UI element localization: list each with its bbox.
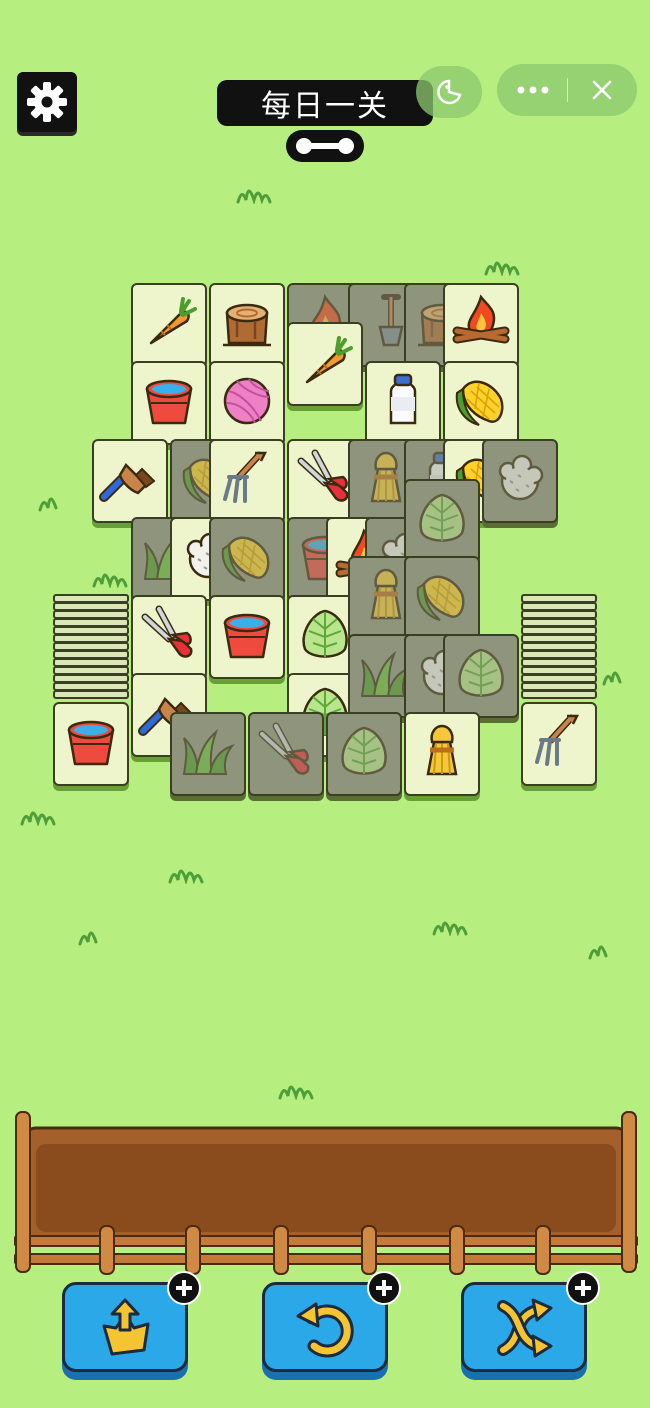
left-tile-stack [53,594,129,704]
stump-icon [223,303,271,347]
move-out-button[interactable] [62,1271,201,1372]
stacked-tile-edge [521,690,597,699]
tile-bucket[interactable] [131,361,207,445]
grass-tuft-decoration [78,931,98,946]
stacked-tile-edge [53,690,129,699]
tile-milk[interactable] [365,361,441,445]
tile-brush[interactable] [92,439,168,523]
tile-bucket[interactable] [209,595,285,679]
shears-icon [141,605,193,658]
tile-cabbage[interactable] [443,634,519,718]
right-tile-stack [521,594,597,704]
tile-bucket[interactable] [53,702,129,786]
grass-tuft-decoration [278,1085,314,1100]
undo-button[interactable] [262,1271,401,1372]
tile-shears[interactable] [131,595,207,679]
tile-stump[interactable] [209,283,285,367]
tile-wool[interactable] [482,439,558,523]
grass-tuft-decoration [432,921,468,936]
cabbage-icon [341,726,387,775]
game-board [0,0,650,900]
undo-icon [296,1302,354,1358]
tile-carrot[interactable] [287,322,363,406]
corn-icon [221,536,270,582]
tile-cabbage[interactable] [404,479,480,563]
corn-icon [455,380,504,426]
fork-icon [535,714,580,766]
add-undo-badge[interactable] [367,1271,401,1305]
grass-tuft-decoration [588,945,608,960]
cabbage-icon [419,493,465,542]
tile-yarn[interactable] [209,361,285,445]
fork-icon [223,451,268,503]
brush-icon [99,462,156,502]
grass-icon [182,728,235,775]
shuffle-icon [497,1298,553,1358]
milk-icon [389,373,417,425]
wool-icon [498,454,544,501]
bucket-icon [67,720,115,766]
carrot-icon [149,297,197,345]
tile-fork[interactable] [209,439,285,523]
tile-corn[interactable] [443,361,519,445]
tile-campfire[interactable] [443,283,519,367]
move-out-icon [102,1298,150,1356]
tile-corn[interactable] [404,556,480,640]
tile-wheat[interactable] [404,712,480,796]
add-shuffle-badge[interactable] [566,1271,600,1305]
bucket-icon [145,379,193,425]
shears-icon [258,722,310,775]
tile-carrot[interactable] [131,283,207,367]
tile-collection-tray [14,1111,638,1275]
campfire-icon [452,294,510,344]
shuffle-button[interactable] [461,1271,600,1372]
bucket-icon [223,613,271,659]
wheat-icon [426,724,458,776]
cabbage-icon [458,648,504,697]
tile-fork[interactable] [521,702,597,786]
tile-grass[interactable] [170,712,246,796]
add-move-out-badge[interactable] [167,1271,201,1305]
carrot-icon [305,336,353,384]
yarn-icon [223,377,271,425]
corn-icon [416,575,465,621]
tile-corn[interactable] [209,517,285,601]
tile-shears[interactable] [248,712,324,796]
tile-cabbage[interactable] [326,712,402,796]
